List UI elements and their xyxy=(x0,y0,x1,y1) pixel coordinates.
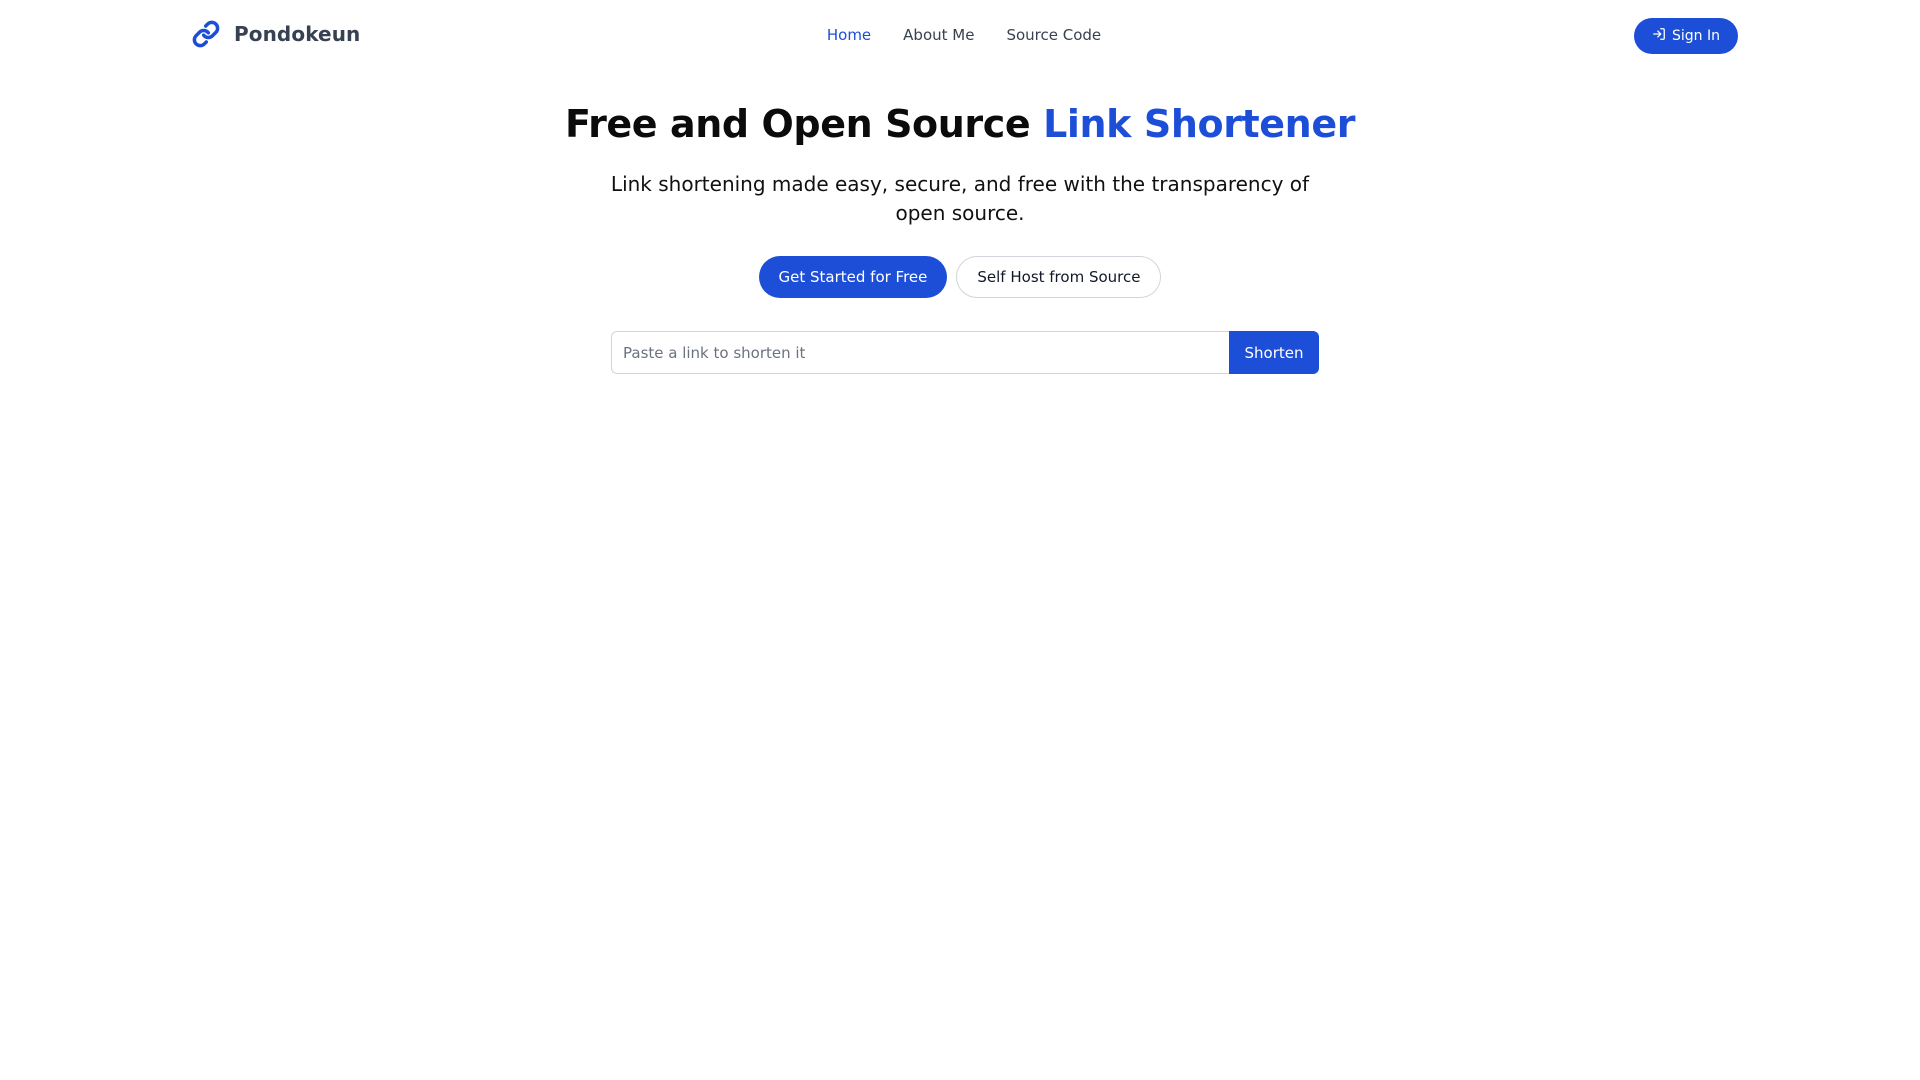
shorten-button[interactable]: Shorten xyxy=(1229,331,1319,374)
self-host-button[interactable]: Self Host from Source xyxy=(956,256,1162,298)
nav-link-source-code[interactable]: Source Code xyxy=(1006,26,1101,44)
nav-link-about-me[interactable]: About Me xyxy=(903,26,974,44)
get-started-button[interactable]: Get Started for Free xyxy=(758,256,948,298)
hero-title-accent: Link Shortener xyxy=(1043,102,1356,146)
sign-in-icon xyxy=(1652,27,1666,45)
sign-in-button[interactable]: Sign In xyxy=(1634,18,1738,54)
hero-title-main: Free and Open Source xyxy=(564,102,1044,146)
hero-section: Free and Open Source Link Shortener Link… xyxy=(0,96,1920,298)
hero-title: Free and Open Source Link Shortener xyxy=(0,96,1920,152)
top-navbar: Pondokeun Home About Me Source Code Sign… xyxy=(0,0,1920,72)
nav-link-home[interactable]: Home xyxy=(827,26,871,44)
shorten-form: Shorten xyxy=(611,331,1319,374)
main-nav: Home About Me Source Code xyxy=(0,26,1920,44)
link-input[interactable] xyxy=(611,331,1229,374)
cta-row: Get Started for Free Self Host from Sour… xyxy=(0,256,1920,298)
hero-subtitle: Link shortening made easy, secure, and f… xyxy=(610,172,1310,225)
sign-in-label: Sign In xyxy=(1672,28,1720,44)
